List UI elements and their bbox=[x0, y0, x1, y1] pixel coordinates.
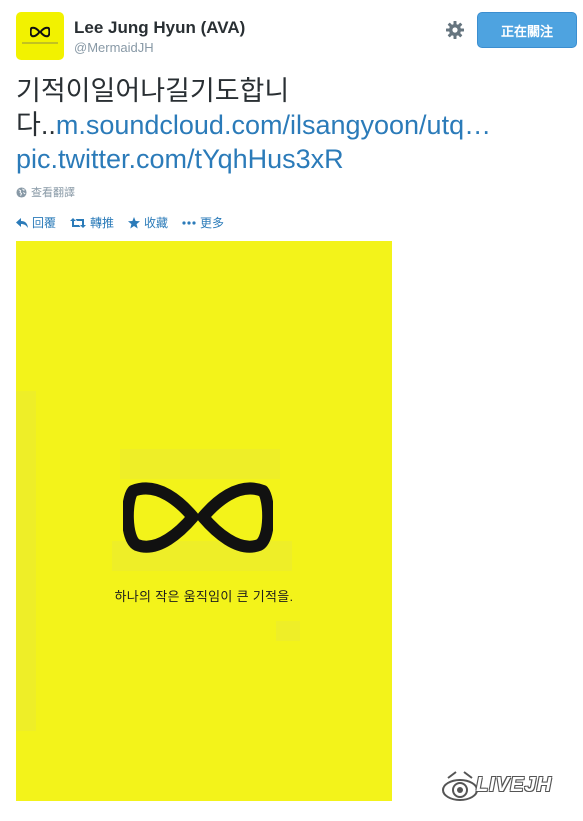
user-name[interactable]: Lee Jung Hyun (AVA) bbox=[74, 18, 245, 38]
avatar[interactable] bbox=[16, 12, 64, 60]
more-icon bbox=[182, 220, 196, 225]
more-action[interactable]: 更多 bbox=[182, 214, 224, 231]
eye-logo-icon bbox=[442, 771, 478, 801]
tweet-text: 기적이일어나길기도합니 다..m.soundcloud.com/ilsangyo… bbox=[16, 74, 566, 176]
following-button[interactable]: 正在關注 bbox=[477, 12, 577, 48]
favorite-label: 收藏 bbox=[144, 216, 169, 230]
yellow-ribbon-icon bbox=[123, 482, 273, 553]
user-handle[interactable]: @MermaidJH bbox=[74, 40, 154, 55]
pic-link[interactable]: pic.twitter.com/tYqhHus3xR bbox=[16, 144, 344, 174]
watermark: LIVEJH bbox=[440, 764, 574, 810]
reply-action[interactable]: 回覆 bbox=[16, 214, 56, 231]
reply-label: 回覆 bbox=[32, 216, 57, 230]
reply-icon bbox=[16, 217, 28, 228]
star-icon bbox=[128, 216, 141, 228]
favorite-action[interactable]: 收藏 bbox=[128, 214, 168, 231]
globe-icon bbox=[16, 186, 27, 198]
tweet-header: Lee Jung Hyun (AVA) @MermaidJH 正在關注 bbox=[16, 12, 583, 62]
translate-label: 查看翻譯 bbox=[31, 187, 75, 199]
watermark-text: LIVEJH bbox=[476, 774, 553, 796]
avatar-caption bbox=[22, 42, 58, 44]
retweet-icon bbox=[70, 217, 87, 228]
tweet-actions: 回覆 轉推 收藏 更多 bbox=[16, 214, 224, 231]
pixel-pattern bbox=[120, 449, 280, 479]
retweet-action[interactable]: 轉推 bbox=[70, 214, 114, 231]
poster-slogan: 하나의 작은 움직임이 큰 기적을. bbox=[114, 589, 294, 604]
translate-link[interactable]: 查看翻譯 bbox=[16, 184, 75, 200]
yellow-ribbon-icon bbox=[30, 26, 50, 38]
tweet-text-line2: 다.. bbox=[16, 110, 56, 140]
gear-icon[interactable] bbox=[445, 20, 465, 40]
tweet-text-line1: 기적이일어나길기도합니 bbox=[16, 76, 290, 106]
pixel-pattern bbox=[16, 391, 36, 731]
retweet-label: 轉推 bbox=[90, 216, 115, 230]
soundcloud-link[interactable]: m.soundcloud.com/ilsangyoon/utq… bbox=[56, 110, 491, 140]
pixel-pattern bbox=[276, 621, 300, 641]
tweet-media-image[interactable]: 하나의 작은 움직임이 큰 기적을. bbox=[16, 241, 392, 801]
more-label: 更多 bbox=[200, 216, 225, 230]
